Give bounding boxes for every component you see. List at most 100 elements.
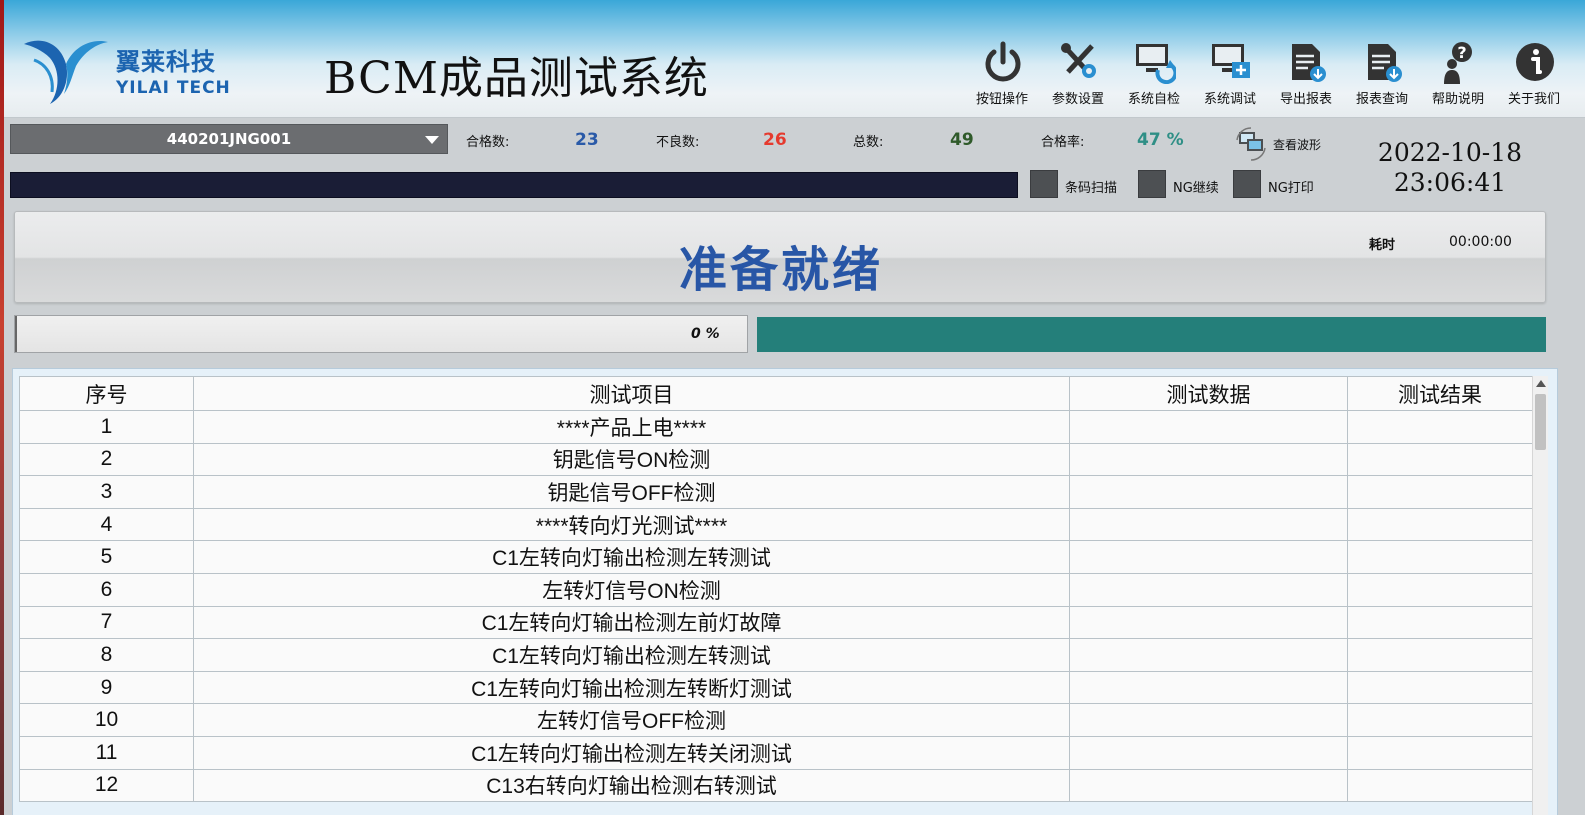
row-result	[1347, 605, 1533, 640]
logo-chinese-text: 翼莱科技	[116, 48, 216, 76]
table-row[interactable]: 3 钥匙信号OFF检测	[19, 475, 1533, 509]
elapsed-time-value: 00:00:00	[1449, 234, 1512, 250]
toolbar-label: 帮助说明	[1431, 92, 1484, 107]
toolbar-label: 系统调试	[1203, 92, 1256, 107]
row-item: C1左转向灯输出检测左转断灯测试	[193, 670, 1070, 705]
status-message: 准备就绪	[678, 242, 883, 298]
barcode-scan-label: 条码扫描	[1065, 181, 1118, 196]
chevron-down-icon[interactable]	[425, 136, 439, 144]
button-operation-button[interactable]: 按钮操作	[964, 38, 1040, 110]
row-data	[1069, 442, 1348, 477]
toolbar-label: 导出报表	[1279, 92, 1332, 107]
row-index: 6	[19, 572, 194, 607]
row-index: 10	[19, 703, 194, 737]
info-icon	[1516, 43, 1554, 81]
table-row[interactable]: 7 C1左转向灯输出检测左前灯故障	[19, 605, 1533, 640]
checkbox[interactable]	[1030, 170, 1058, 198]
checkbox[interactable]	[1138, 170, 1166, 198]
table-row[interactable]: 5 C1左转向灯输出检测左转测试	[19, 540, 1533, 574]
table-row[interactable]: 9 C1左转向灯输出检测左转断灯测试	[19, 670, 1533, 705]
column-header-item: 测试项目	[193, 376, 1070, 411]
row-item: C13右转向灯输出检测右转测试	[193, 768, 1070, 803]
barcode-scan-toggle[interactable]: 条码扫描	[1030, 170, 1130, 200]
waveform-monitor-icon	[1236, 127, 1266, 161]
checkbox[interactable]	[1233, 170, 1261, 198]
row-data	[1069, 768, 1348, 803]
row-item: C1左转向灯输出检测左转关闭测试	[193, 735, 1070, 770]
row-result	[1347, 442, 1533, 477]
column-header-data: 测试数据	[1069, 376, 1348, 411]
row-data	[1069, 410, 1348, 444]
report-query-button[interactable]: 报表查询	[1344, 38, 1420, 110]
result-indicator-bar	[757, 317, 1546, 352]
current-date: 2022-10-18	[1377, 138, 1523, 167]
table-scrollbar[interactable]	[1532, 376, 1548, 815]
row-result	[1347, 475, 1533, 509]
table-row[interactable]: 12 C13右转向灯输出检测右转测试	[19, 768, 1533, 803]
table-row[interactable]: 2 钥匙信号ON检测	[19, 442, 1533, 477]
row-item: 钥匙信号ON检测	[193, 442, 1070, 477]
system-selftest-button[interactable]: 系统自检	[1116, 38, 1192, 110]
row-index: 9	[19, 670, 194, 705]
table-row[interactable]: 1 ****产品上电****	[19, 410, 1533, 444]
view-waveform-button[interactable]: 查看波形	[1233, 126, 1333, 162]
test-items-table: 序号 测试项目 测试数据 测试结果 1 ****产品上电**** 2 钥匙信号O…	[19, 376, 1533, 803]
total-count-label: 总数:	[853, 135, 884, 150]
row-index: 12	[19, 768, 194, 803]
row-index: 8	[19, 638, 194, 672]
column-header-result: 测试结果	[1347, 376, 1533, 411]
fail-count-value: 26	[763, 130, 787, 150]
row-data	[1069, 475, 1348, 509]
product-model-value: 440201JNG001	[166, 130, 292, 148]
table-row[interactable]: 4 ****转向灯光测试****	[19, 507, 1533, 542]
table-row[interactable]: 10 左转灯信号OFF检测	[19, 703, 1533, 737]
row-result	[1347, 410, 1533, 444]
row-index: 11	[19, 735, 194, 770]
row-result	[1347, 670, 1533, 705]
scrollbar-thumb[interactable]	[1535, 394, 1546, 450]
power-icon	[985, 41, 1021, 82]
row-result	[1347, 540, 1533, 574]
clock-display: 2022-10-18 23:06:41	[1372, 138, 1528, 198]
total-count-value: 49	[950, 130, 974, 150]
help-button[interactable]: ? 帮助说明	[1420, 38, 1496, 110]
product-model-select[interactable]: 440201JNG001	[10, 124, 448, 154]
toolbar-label: 报表查询	[1355, 92, 1408, 107]
table-row[interactable]: 8 C1左转向灯输出检测左转测试	[19, 638, 1533, 672]
company-logo: 翼莱科技 YILAI TECH	[20, 34, 230, 108]
scroll-up-arrow-icon[interactable]	[1536, 380, 1546, 387]
about-us-button[interactable]: 关于我们	[1496, 38, 1572, 110]
pass-count-value: 23	[575, 130, 599, 150]
ng-continue-toggle[interactable]: NG继续	[1138, 170, 1230, 200]
barcode-input[interactable]	[10, 172, 1018, 198]
export-report-button[interactable]: 导出报表	[1268, 38, 1344, 110]
fail-count-label: 不良数:	[656, 135, 700, 150]
monitor-add-icon	[1212, 44, 1250, 78]
table-row[interactable]: 11 C1左转向灯输出检测左转关闭测试	[19, 735, 1533, 770]
row-index: 3	[19, 475, 194, 509]
progress-percent: 0 %	[691, 326, 720, 342]
monitor-refresh-icon	[1136, 44, 1176, 84]
row-data	[1069, 703, 1348, 737]
column-header-index: 序号	[19, 376, 194, 411]
test-status-panel: 准备就绪 耗时 00:00:00	[14, 211, 1546, 303]
row-data	[1069, 540, 1348, 574]
svg-text:?: ?	[1457, 43, 1466, 62]
row-data	[1069, 605, 1348, 640]
help-icon: ?	[1444, 42, 1472, 84]
toolbar-label: 参数设置	[1051, 92, 1104, 107]
view-waveform-label: 查看波形	[1273, 138, 1322, 152]
table-header-row: 序号 测试项目 测试数据 测试结果	[19, 376, 1533, 411]
row-index: 7	[19, 605, 194, 640]
pass-rate-value: 47 %	[1137, 130, 1184, 150]
ng-print-toggle[interactable]: NG打印	[1233, 170, 1325, 200]
system-debug-button[interactable]: 系统调试	[1192, 38, 1268, 110]
toolbar-label: 关于我们	[1507, 92, 1560, 107]
row-index: 2	[19, 442, 194, 477]
row-item: ****产品上电****	[193, 410, 1070, 444]
table-row[interactable]: 6 左转灯信号ON检测	[19, 572, 1533, 607]
row-data	[1069, 507, 1348, 542]
parameter-settings-button[interactable]: 参数设置	[1040, 38, 1116, 110]
ng-print-label: NG打印	[1268, 181, 1314, 196]
window-left-edge	[0, 0, 4, 815]
